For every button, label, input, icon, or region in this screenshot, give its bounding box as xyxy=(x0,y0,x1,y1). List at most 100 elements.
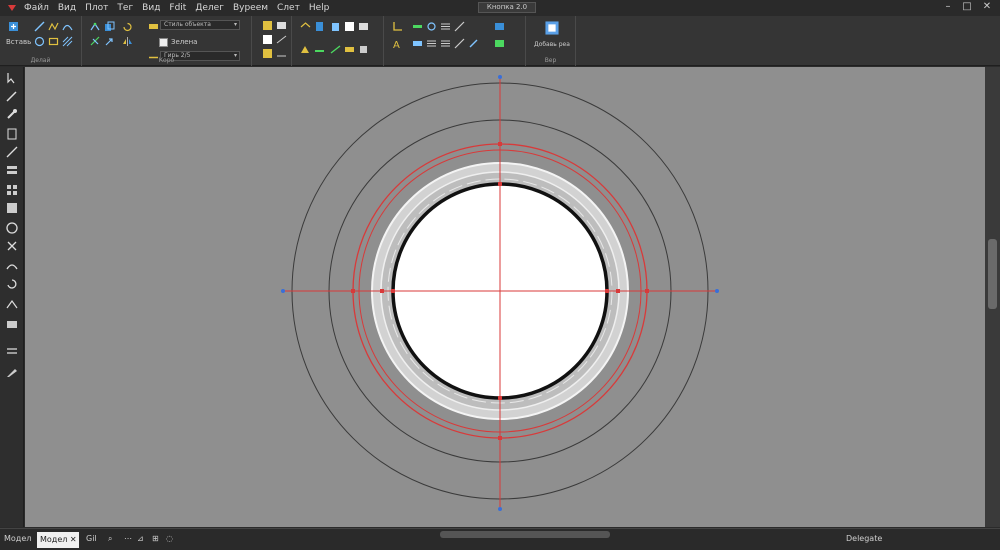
intersection-marker-1[interactable] xyxy=(498,436,502,440)
measure-tool-icon[interactable] xyxy=(5,127,19,141)
leader-icon[interactable] xyxy=(276,34,287,45)
object-style-dropdown[interactable]: Стиль объекта ▾ xyxy=(160,20,240,30)
scrollbar-thumb[interactable] xyxy=(988,239,997,309)
offset-icon[interactable] xyxy=(5,297,19,311)
intersection-marker-0[interactable] xyxy=(498,142,502,146)
arc-tool-icon[interactable] xyxy=(62,21,73,32)
group-icon[interactable] xyxy=(344,44,355,55)
attribute-icon[interactable] xyxy=(330,44,341,55)
list-icon[interactable] xyxy=(440,21,451,32)
ortho-icon[interactable]: ⊿ xyxy=(137,534,144,543)
properties-icon[interactable] xyxy=(440,38,451,49)
intersection-marker-9[interactable] xyxy=(616,289,620,293)
rectangle-tool-icon[interactable] xyxy=(48,36,59,47)
menu-item-file[interactable]: Файл xyxy=(24,3,49,13)
intersection-marker-2[interactable] xyxy=(351,289,355,293)
refresh-icon[interactable] xyxy=(426,21,437,32)
stack-icon[interactable] xyxy=(5,163,19,177)
intersection-marker-3[interactable] xyxy=(645,289,649,293)
grip-point-0[interactable] xyxy=(498,75,502,79)
green-bar-icon[interactable] xyxy=(412,21,423,32)
model-tab[interactable]: Модел ✕ xyxy=(37,532,79,548)
line-draw-icon[interactable] xyxy=(5,145,19,159)
intersection-marker-4[interactable] xyxy=(498,182,502,186)
layer-lock-icon[interactable] xyxy=(330,21,341,32)
pencil-icon[interactable] xyxy=(454,21,465,32)
minimize-button[interactable]: – xyxy=(942,1,954,12)
grid-toggle-icon[interactable]: ⊞ xyxy=(152,534,159,543)
layer-match-icon[interactable] xyxy=(344,21,355,32)
drawing-canvas[interactable] xyxy=(25,67,985,527)
snap-icon[interactable]: ⋯ xyxy=(124,534,132,543)
copy-icon[interactable] xyxy=(104,21,115,32)
edit-tool-icon[interactable] xyxy=(5,365,19,379)
rotate-tool-icon[interactable] xyxy=(5,277,19,291)
menu-item-tag[interactable]: Тег xyxy=(117,3,133,13)
checkbox[interactable] xyxy=(158,37,169,48)
trim-icon[interactable] xyxy=(90,36,101,47)
curve-icon[interactable] xyxy=(5,259,19,273)
scale-icon[interactable] xyxy=(104,36,115,47)
text-style-icon[interactable]: A xyxy=(392,38,403,49)
view-tile-icon[interactable] xyxy=(494,21,505,32)
menu-item-check[interactable]: Слет xyxy=(277,3,300,13)
vertical-scrollbar[interactable] xyxy=(985,67,1000,527)
insert-block-icon[interactable] xyxy=(314,44,325,55)
mirror-icon[interactable] xyxy=(122,36,133,47)
align-icon[interactable] xyxy=(426,38,437,49)
grip-point-1[interactable] xyxy=(498,507,502,511)
hatch-tool-icon[interactable] xyxy=(62,36,73,47)
grid-icon[interactable] xyxy=(5,183,19,197)
mtext-icon[interactable] xyxy=(276,20,287,31)
array-icon[interactable] xyxy=(5,343,19,357)
menu-item-delegate[interactable]: Делег xyxy=(195,3,224,13)
close-tab-icon[interactable]: ✕ xyxy=(70,535,77,544)
select-tool-icon[interactable] xyxy=(5,71,19,85)
insert-icon[interactable] xyxy=(8,21,19,32)
circle-tool-icon[interactable] xyxy=(34,36,45,47)
markup-icon[interactable] xyxy=(276,48,287,59)
stretch-icon[interactable] xyxy=(454,38,465,49)
horizontal-scrollbar[interactable] xyxy=(440,531,610,538)
pin-icon[interactable]: ⌕ xyxy=(108,534,112,544)
pan-icon[interactable] xyxy=(412,38,423,49)
text-icon[interactable] xyxy=(262,20,273,31)
edit-icon[interactable] xyxy=(468,38,479,49)
move-icon[interactable] xyxy=(90,21,101,32)
intersection-marker-6[interactable] xyxy=(391,289,395,293)
drawing-svg[interactable] xyxy=(25,67,985,527)
viewport-icon[interactable] xyxy=(494,38,505,49)
menu-item-view[interactable]: Вид xyxy=(58,3,76,13)
menu-item-systems[interactable]: Вуреем xyxy=(233,3,268,13)
box-icon[interactable] xyxy=(5,317,19,331)
polyline-tool-icon[interactable] xyxy=(48,21,59,32)
layer-on-icon[interactable] xyxy=(300,21,311,32)
menu-item-edit[interactable]: Fdit xyxy=(169,3,186,13)
rotate-icon[interactable] xyxy=(122,21,133,32)
circle-draw-icon[interactable] xyxy=(5,221,19,235)
layer-properties-icon[interactable] xyxy=(358,21,369,32)
intersection-marker-5[interactable] xyxy=(498,396,502,400)
intersection-marker-7[interactable] xyxy=(605,289,609,293)
fill-icon[interactable] xyxy=(5,201,19,215)
close-button[interactable]: ✕ xyxy=(981,1,993,12)
table-icon[interactable] xyxy=(262,48,273,59)
cross-icon[interactable] xyxy=(5,239,19,253)
dimension-icon[interactable] xyxy=(262,34,273,45)
intersection-marker-8[interactable] xyxy=(380,289,384,293)
block-icon[interactable] xyxy=(300,44,311,55)
layer-icon[interactable] xyxy=(148,21,159,32)
maximize-button[interactable]: □ xyxy=(961,1,973,12)
ungroup-icon[interactable] xyxy=(358,44,369,55)
layer-freeze-icon[interactable] xyxy=(314,21,325,32)
menu-item-view-2[interactable]: Вид xyxy=(142,3,160,13)
line-tool-icon[interactable] xyxy=(34,21,45,32)
measure-icon[interactable] xyxy=(392,21,403,32)
grip-point-2[interactable] xyxy=(281,289,285,293)
brush-tool-icon[interactable] xyxy=(5,107,19,121)
menu-item-plot[interactable]: Плот xyxy=(85,3,108,13)
menu-item-help[interactable]: Help xyxy=(309,3,330,13)
app-logo-icon[interactable] xyxy=(6,3,18,13)
grip-point-3[interactable] xyxy=(715,289,719,293)
add-view-icon[interactable] xyxy=(544,20,560,36)
